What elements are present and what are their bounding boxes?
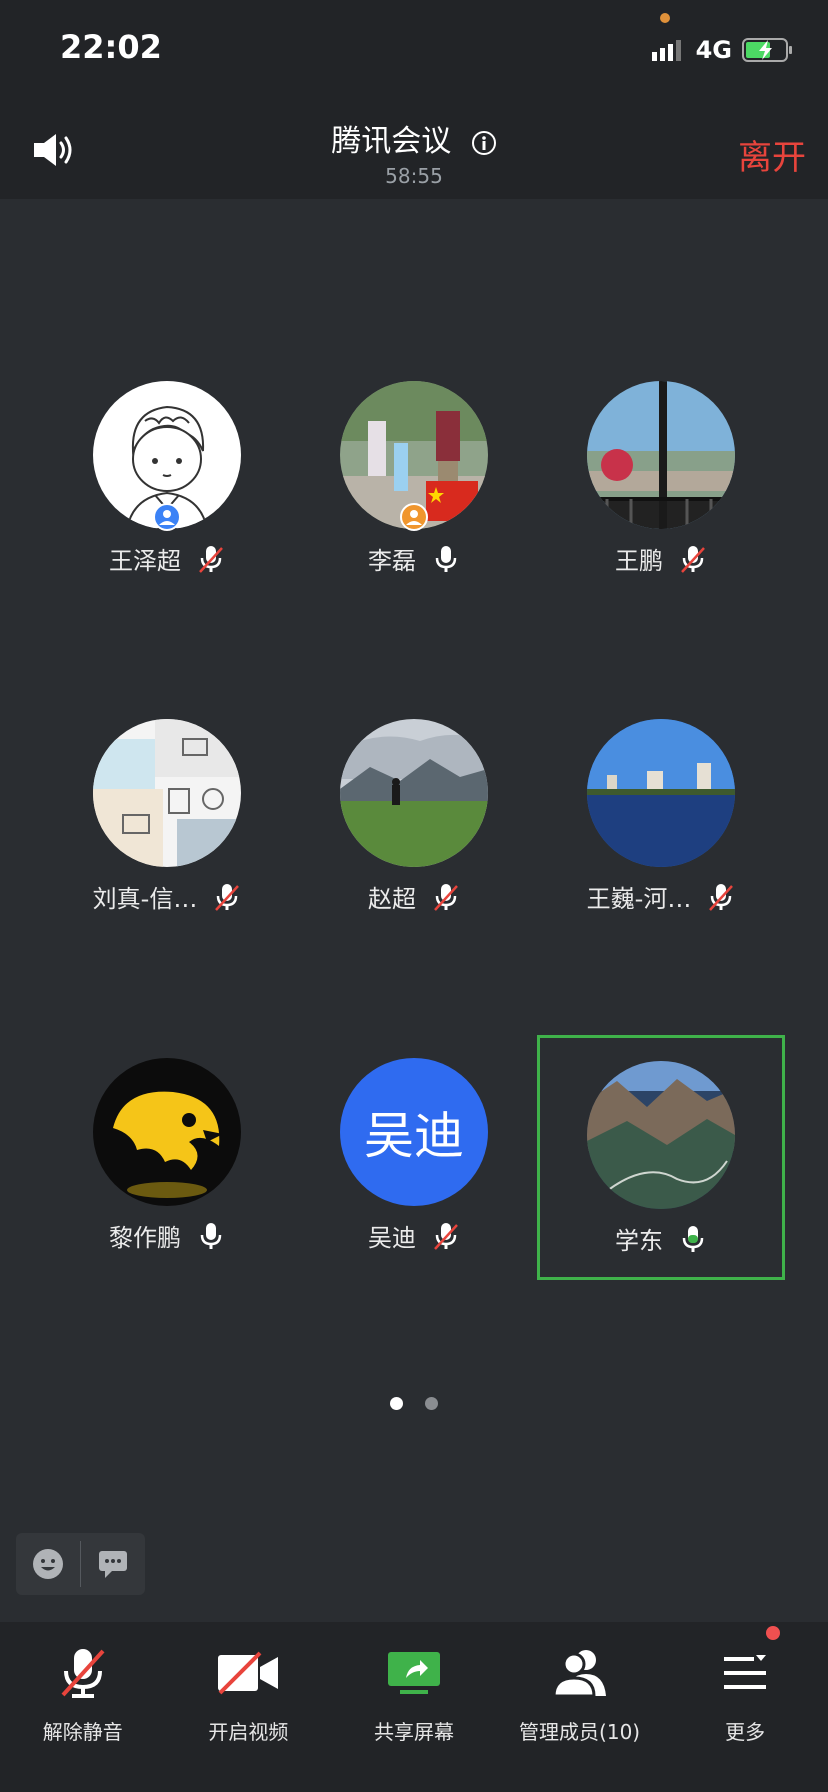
share-screen-label: 共享屏幕 xyxy=(373,1720,454,1744)
emoji-button[interactable] xyxy=(16,1533,80,1595)
avatar: 吴迪 xyxy=(340,1058,488,1206)
manage-members-label: 管理成员(10) xyxy=(519,1720,641,1744)
avatar xyxy=(587,381,735,529)
more-menu-icon xyxy=(724,1655,767,1689)
bottom-toolbar: 解除静音 开启视频 共享屏幕 管理成员(10) 更多 xyxy=(0,1622,828,1792)
page-dot-2[interactable] xyxy=(425,1397,438,1410)
start-video-button[interactable]: 开启视频 xyxy=(166,1622,332,1792)
network-type: 4G xyxy=(695,36,732,64)
emoji-icon[interactable] xyxy=(31,1547,65,1581)
participant-name: 赵超 xyxy=(368,885,416,913)
participant-name: 吴迪 xyxy=(368,1224,416,1252)
participant-name: 学东 xyxy=(615,1227,663,1255)
mic-muted-icon xyxy=(709,883,734,911)
participant-tile[interactable]: 李磊 xyxy=(291,345,537,591)
status-indicators: 4G xyxy=(651,36,794,64)
participant-name: 刘真-信… xyxy=(92,885,198,913)
participant-tile[interactable]: 王巍-河… xyxy=(538,683,784,929)
info-icon[interactable] xyxy=(471,130,497,156)
participant-tile[interactable]: 黎作鹏 xyxy=(44,1022,290,1268)
meeting-elapsed-time: 58:55 xyxy=(385,164,443,188)
meeting-title-area[interactable]: 腾讯会议 xyxy=(0,116,828,160)
reaction-chat-box xyxy=(16,1533,145,1595)
start-video-label: 开启视频 xyxy=(208,1720,289,1744)
lake-photo-avatar xyxy=(587,719,735,867)
participant-tile[interactable]: 王泽超 xyxy=(44,345,290,591)
participant-name: 王泽超 xyxy=(109,547,181,575)
chat-bubble-icon[interactable] xyxy=(97,1549,129,1579)
host-icon xyxy=(153,503,181,531)
video-off-icon xyxy=(218,1651,279,1695)
mic-muted-icon xyxy=(215,883,240,911)
collage-avatar xyxy=(93,719,241,867)
participant-tile[interactable]: 赵超 xyxy=(291,683,537,929)
signal-icon xyxy=(651,40,681,61)
avatar xyxy=(93,719,241,867)
participant-name: 王巍-河… xyxy=(586,885,692,913)
mic-muted-icon xyxy=(199,545,223,573)
manage-members-button[interactable]: 管理成员(10) xyxy=(497,1622,663,1792)
more-button[interactable]: 更多 xyxy=(662,1622,828,1792)
cohost-icon xyxy=(400,503,428,531)
meeting-title: 腾讯会议 xyxy=(331,124,452,159)
unmute-button[interactable]: 解除静音 xyxy=(0,1622,166,1792)
mountain-photo-avatar xyxy=(587,1061,735,1209)
mic-on-icon xyxy=(435,545,457,572)
page-indicator[interactable] xyxy=(0,1397,828,1410)
top-bar: 22:02 4G 腾讯会议 58:55 离开 xyxy=(0,0,828,199)
notification-badge xyxy=(765,1626,780,1640)
window-view-avatar xyxy=(587,381,735,529)
leave-button[interactable]: 离开 xyxy=(738,130,806,179)
participant-tile[interactable]: 刘真-信… xyxy=(44,683,290,929)
more-label: 更多 xyxy=(725,1720,766,1744)
members-icon xyxy=(552,1650,606,1698)
meadow-photo-avatar xyxy=(340,719,488,867)
mic-muted-icon xyxy=(434,883,458,911)
participant-tile[interactable]: 吴迪 吴迪 xyxy=(291,1022,537,1268)
battery-charging-icon xyxy=(742,38,792,62)
participant-name: 李磊 xyxy=(368,547,416,575)
avatar xyxy=(587,1061,735,1209)
mic-on-icon xyxy=(200,1222,222,1249)
mic-muted-icon xyxy=(434,1222,458,1250)
page-dot-1[interactable] xyxy=(390,1397,403,1410)
avatar-initials: 吴迪 xyxy=(364,1107,464,1165)
recording-indicator-dot xyxy=(660,13,670,23)
avatar xyxy=(93,1058,241,1206)
chat-button[interactable] xyxy=(81,1533,145,1595)
unmute-label: 解除静音 xyxy=(42,1720,123,1744)
hawkeye-logo-avatar xyxy=(93,1058,241,1206)
share-screen-button[interactable]: 共享屏幕 xyxy=(331,1622,497,1792)
participant-tile[interactable]: 王鹏 xyxy=(538,345,784,591)
mic-speaking-icon xyxy=(682,1225,704,1252)
mic-muted-icon xyxy=(61,1649,105,1698)
mic-muted-icon xyxy=(681,545,705,573)
participant-name: 王鹏 xyxy=(615,547,663,575)
share-screen-icon xyxy=(387,1652,440,1694)
participant-tile-speaking[interactable]: 学东 xyxy=(537,1035,785,1280)
avatar xyxy=(587,719,735,867)
status-time: 22:02 xyxy=(60,28,162,66)
participant-name: 黎作鹏 xyxy=(109,1224,181,1252)
avatar xyxy=(340,719,488,867)
